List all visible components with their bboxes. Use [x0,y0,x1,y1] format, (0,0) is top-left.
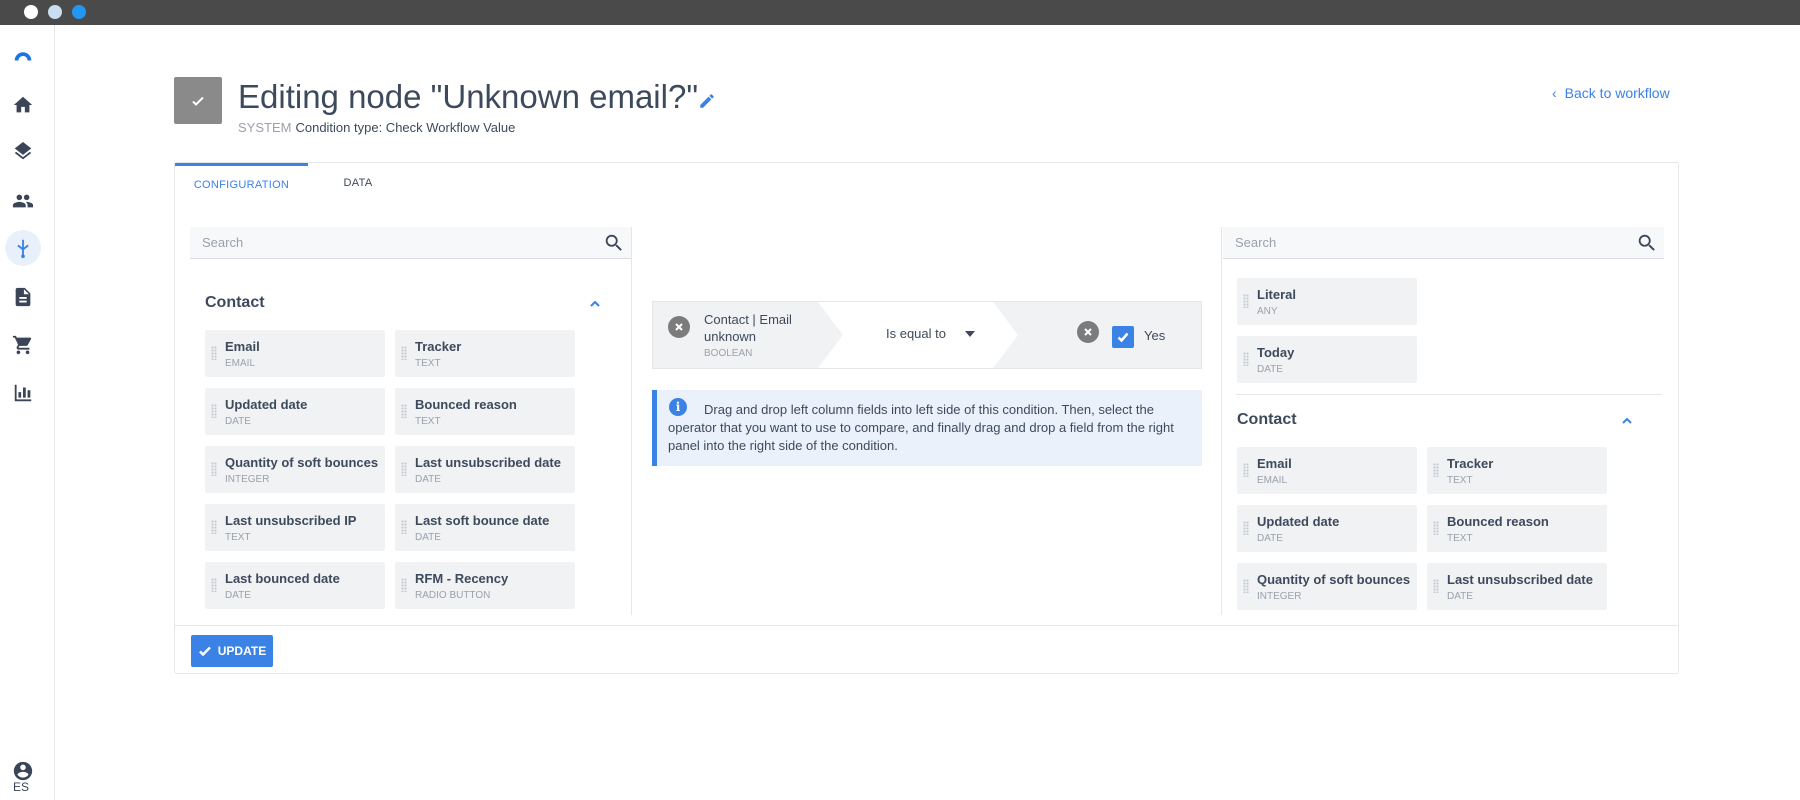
update-button[interactable]: UPDATE [191,635,273,667]
left-search[interactable]: Search [190,227,631,259]
left-fields-panel: Search Contact Email EMAIL Tracker TEXT Up… [190,227,632,615]
drag-handle-icon[interactable] [401,462,407,476]
drag-handle-icon[interactable] [1433,521,1439,535]
cart-icon[interactable] [11,333,35,357]
logo-icon[interactable] [11,43,35,67]
back-to-workflow-link[interactable]: ‹ Back to workflow [1552,85,1670,101]
condition-left-type: BOOLEAN [704,348,753,359]
tab-data[interactable]: DATA [308,163,408,203]
drag-handle-icon[interactable] [1243,352,1249,366]
drag-handle-icon[interactable] [211,578,217,592]
remove-right-value-icon[interactable] [1077,321,1099,343]
drag-handle-icon[interactable] [211,462,217,476]
field-item[interactable]: Email EMAIL [205,330,385,377]
card-footer: UPDATE [175,625,1678,673]
page-title: Editing node "Unknown email?" [238,78,699,115]
remove-left-field-icon[interactable] [668,316,690,338]
right-search[interactable]: Search [1223,227,1664,259]
drag-handle-icon[interactable] [211,346,217,360]
drag-handle-icon[interactable] [1243,463,1249,477]
field-item[interactable]: Quantity of soft bounces INTEGER [1237,563,1417,610]
info-box: i Drag and drop left column fields into … [652,390,1202,466]
search-icon[interactable] [1636,232,1658,254]
info-text: Drag and drop left column fields into le… [668,402,1174,453]
field-item[interactable]: Last unsubscribed IP TEXT [205,504,385,551]
field-item[interactable]: Quantity of soft bounces INTEGER [205,446,385,493]
field-item[interactable]: Email EMAIL [1237,447,1417,494]
drag-handle-icon[interactable] [1433,579,1439,593]
right-value-label: Yes [1144,328,1166,343]
condition-left-field[interactable]: Contact | Email unknown [704,311,814,345]
drag-handle-icon[interactable] [211,520,217,534]
back-link-label: Back to workflow [1564,85,1670,101]
drag-handle-icon[interactable] [401,404,407,418]
window-titlebar [0,0,1800,25]
people-icon[interactable] [11,189,35,213]
drag-handle-icon[interactable] [1433,463,1439,477]
condition-row: Contact | Email unknown BOOLEAN Is equal… [652,301,1202,369]
left-search-input[interactable]: Search [202,235,243,250]
workflow-icon[interactable] [5,230,41,266]
field-item[interactable]: Bounced reason TEXT [1427,505,1607,552]
layers-icon[interactable] [11,141,35,165]
document-icon[interactable] [11,285,35,309]
system-label: SYSTEM [238,120,292,135]
node-subtitle: SYSTEM Condition type: Check Workflow Val… [238,120,515,135]
drag-handle-icon[interactable] [401,346,407,360]
field-item[interactable]: Tracker TEXT [395,330,575,377]
window-minimize-button[interactable] [48,5,62,19]
field-item[interactable]: Updated date DATE [1237,505,1417,552]
node-type-icon [174,77,222,124]
field-item[interactable]: Last unsubscribed date DATE [395,446,575,493]
field-item[interactable]: Last unsubscribed date DATE [1427,563,1607,610]
check-icon [198,646,211,657]
chart-icon[interactable] [11,381,35,405]
field-item[interactable]: Tracker TEXT [1427,447,1607,494]
chevron-left-icon: ‹ [1552,85,1557,101]
tab-configuration[interactable]: CONFIGURATION [175,163,308,203]
panel-divider [1236,394,1662,395]
field-item[interactable]: RFM - Recency RADIO BUTTON [395,562,575,609]
edit-pencil-icon[interactable] [698,92,716,110]
literal-item[interactable]: Literal ANY [1237,278,1417,325]
drag-handle-icon[interactable] [1243,294,1249,308]
right-search-input[interactable]: Search [1235,235,1276,250]
drag-handle-icon[interactable] [401,578,407,592]
drag-handle-icon[interactable] [211,404,217,418]
sidebar: ES [0,25,55,800]
drag-handle-icon[interactable] [1243,579,1249,593]
language-label[interactable]: ES [13,780,29,794]
drag-handle-icon[interactable] [1243,521,1249,535]
drag-handle-icon[interactable] [401,520,407,534]
field-item[interactable]: Last bounced date DATE [205,562,385,609]
caret-down-icon[interactable] [965,331,975,337]
condition-type-label: Condition type: Check Workflow Value [295,120,516,135]
right-group-title: Contact [1237,411,1297,428]
left-group-title: Contact [205,294,265,311]
search-icon[interactable] [603,232,625,254]
operator-select[interactable]: Is equal to [886,326,946,341]
update-button-label: UPDATE [217,644,267,658]
right-fields-panel: Search Literal ANY Today DATE Contact Emai… [1221,227,1664,615]
collapse-chevron-icon[interactable] [1620,414,1634,428]
literal-item[interactable]: Today DATE [1237,336,1417,383]
collapse-chevron-icon[interactable] [588,297,602,311]
field-item[interactable]: Bounced reason TEXT [395,388,575,435]
field-item[interactable]: Last soft bounce date DATE [395,504,575,551]
field-item[interactable]: Updated date DATE [205,388,385,435]
right-value-checkbox[interactable] [1112,326,1134,348]
window-maximize-button[interactable] [72,5,86,19]
window-close-button[interactable] [24,5,38,19]
home-icon[interactable] [11,93,35,117]
